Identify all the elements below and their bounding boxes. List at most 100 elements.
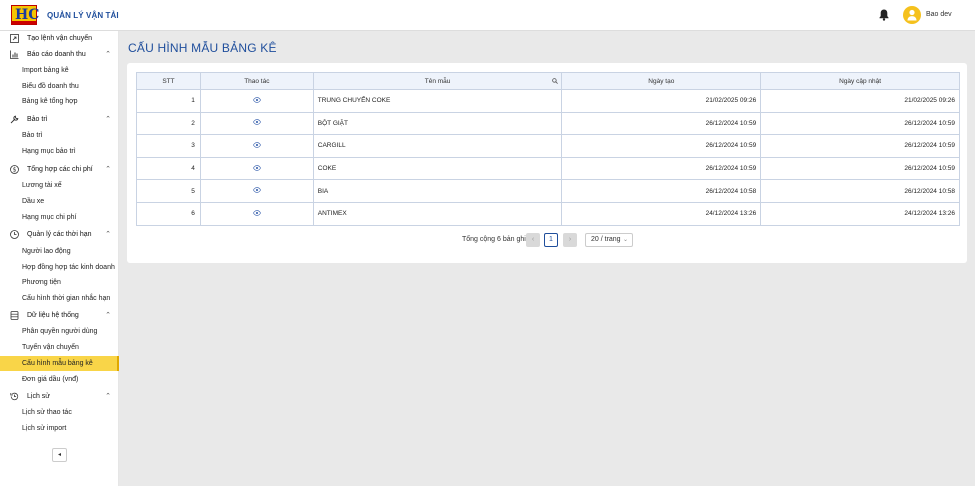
cell-actions bbox=[199, 201, 314, 226]
next-page-button[interactable]: › bbox=[563, 233, 577, 247]
sidebar-item[interactable]: Lịch sử import bbox=[0, 421, 119, 436]
column-header-actions: Thao tác bbox=[199, 72, 314, 90]
column-header-created: Ngày tạo bbox=[561, 72, 762, 90]
cell-name: CARGILL bbox=[312, 134, 563, 158]
sidebar-item[interactable]: Lịch sử thao tác bbox=[0, 405, 119, 420]
sidebar-item-label: Hợp đồng hợp tác kinh doanh bbox=[22, 264, 115, 271]
bar-chart-icon bbox=[10, 50, 19, 59]
cell-updated: 26/12/2024 10:59 bbox=[760, 156, 960, 181]
history-icon bbox=[10, 392, 19, 401]
cell-stt: 4 bbox=[136, 156, 201, 181]
sidebar-item[interactable]: Lương tài xế bbox=[0, 178, 119, 193]
cell-created: 21/02/2025 09:26 bbox=[561, 89, 762, 113]
sidebar-item[interactable]: Đơn giá dầu (vnđ) bbox=[0, 372, 119, 387]
app-logo[interactable]: HC bbox=[11, 5, 39, 25]
cell-name: BIA bbox=[312, 179, 563, 203]
svg-text:$: $ bbox=[13, 167, 17, 174]
chevron-up-icon[interactable]: ⌃ bbox=[105, 308, 111, 323]
cell-created: 26/12/2024 10:59 bbox=[561, 134, 762, 158]
sidebar-item-label: Lịch sử import bbox=[22, 425, 67, 432]
sidebar-group-label: Tạo lệnh vận chuyển bbox=[27, 35, 92, 42]
column-header-updated: Ngày cập nhật bbox=[760, 72, 960, 90]
sidebar-group-label: Lịch sử bbox=[27, 393, 50, 400]
sidebar-item[interactable]: Hạng mục chi phí bbox=[0, 210, 119, 225]
cell-actions bbox=[199, 134, 314, 158]
sidebar-item-label: Bảng kê tổng hợp bbox=[22, 98, 78, 105]
cell-created: 26/12/2024 10:58 bbox=[561, 179, 762, 203]
sidebar: Tạo lệnh vận chuyển Báo cáo doanh thu ⌃ Imp… bbox=[0, 31, 119, 486]
chevron-down-icon: ⌄ bbox=[622, 237, 628, 243]
cell-stt: 2 bbox=[136, 111, 201, 136]
dollar-icon: $ bbox=[10, 165, 19, 174]
table-row: 5 BIA 26/12/2024 10:58 26/12/2024 10:58 bbox=[136, 179, 960, 203]
user-name[interactable]: Bao dev bbox=[926, 11, 952, 18]
sidebar-item-label: Cấu hình thời gian nhắc hạn bbox=[22, 295, 111, 302]
cell-actions bbox=[199, 111, 314, 136]
sidebar-item-label: Hạng mục bảo trì bbox=[22, 148, 76, 155]
user-avatar[interactable] bbox=[903, 6, 921, 24]
sidebar-group-label: Tổng hợp các chi phí bbox=[27, 166, 93, 173]
sidebar-item[interactable]: Phân quyền người dùng bbox=[0, 324, 119, 339]
sidebar-item-active[interactable]: Cấu hình mẫu bảng kê bbox=[0, 356, 119, 371]
sidebar-item-label: Cấu hình mẫu bảng kê bbox=[22, 360, 93, 367]
table-row: 6 ANTIMEX 24/12/2024 13:26 24/12/2024 13:26 bbox=[136, 201, 960, 226]
cell-created: 26/12/2024 10:59 bbox=[561, 156, 762, 181]
sidebar-group[interactable]: Dữ liệu hệ thống ⌃ bbox=[0, 308, 119, 323]
chevron-up-icon[interactable]: ⌃ bbox=[105, 47, 111, 62]
sidebar-group-label: Báo cáo doanh thu bbox=[27, 51, 86, 58]
sidebar-item[interactable]: Hạng mục bảo trì bbox=[0, 144, 119, 159]
cell-created: 24/12/2024 13:26 bbox=[561, 201, 762, 226]
view-eye-icon[interactable] bbox=[252, 164, 261, 173]
cell-created: 26/12/2024 10:59 bbox=[561, 111, 762, 136]
cell-name: COKE bbox=[312, 156, 563, 181]
view-eye-icon[interactable] bbox=[252, 187, 261, 195]
view-eye-icon[interactable] bbox=[252, 96, 261, 105]
sidebar-item[interactable]: Cấu hình thời gian nhắc hạn bbox=[0, 291, 119, 306]
sidebar-item[interactable]: Tuyến vận chuyển bbox=[0, 340, 119, 355]
cell-actions bbox=[199, 156, 314, 181]
wrench-icon bbox=[10, 115, 19, 124]
column-header-name: Tên mẫu bbox=[312, 72, 563, 90]
sidebar-item-label: Import bảng kê bbox=[22, 67, 69, 74]
cell-name: TRUNG CHUYỂN COKE bbox=[312, 89, 563, 113]
sidebar-item[interactable]: Dầu xe bbox=[0, 194, 119, 209]
sidebar-item-label: Hạng mục chi phí bbox=[22, 214, 77, 221]
sidebar-item[interactable]: Bảng kê tổng hợp bbox=[0, 94, 119, 109]
view-eye-icon[interactable] bbox=[252, 142, 261, 150]
view-eye-icon[interactable] bbox=[252, 119, 261, 127]
sidebar-group[interactable]: Bảo trì ⌃ bbox=[0, 112, 119, 127]
sidebar-item-label: Phân quyền người dùng bbox=[22, 328, 98, 335]
sidebar-item-label: Lương tài xế bbox=[22, 182, 62, 189]
search-icon[interactable] bbox=[552, 78, 559, 86]
prev-page-button[interactable]: ‹ bbox=[526, 233, 540, 247]
page-number-button[interactable]: 1 bbox=[544, 233, 558, 247]
notification-bell-icon[interactable] bbox=[879, 9, 889, 21]
sidebar-item[interactable]: Import bảng kê bbox=[0, 63, 119, 78]
collapse-sidebar-button[interactable]: ◂ bbox=[52, 448, 67, 462]
page-size-select[interactable]: 20 / trang ⌄ bbox=[585, 233, 633, 247]
cell-stt: 5 bbox=[136, 179, 201, 203]
view-eye-icon[interactable] bbox=[252, 209, 261, 218]
table-row: 3 CARGILL 26/12/2024 10:59 26/12/2024 10:59 bbox=[136, 134, 960, 158]
table-row: 2 BỘT GIẶT 26/12/2024 10:59 26/12/2024 10:5… bbox=[136, 111, 960, 136]
pagination-total: Tổng cộng 6 bản ghi bbox=[462, 236, 526, 243]
sidebar-item[interactable]: Bảo trì bbox=[0, 128, 119, 143]
table-header-row: STT Thao tác Tên mẫu Ngày tạo Ngày cập n… bbox=[136, 72, 960, 90]
user-icon bbox=[907, 9, 917, 21]
chevron-up-icon[interactable]: ⌃ bbox=[105, 162, 111, 177]
sidebar-item[interactable]: Phương tiện bbox=[0, 275, 119, 290]
sidebar-item[interactable]: Biểu đồ doanh thu bbox=[0, 79, 119, 94]
sidebar-group[interactable]: Tạo lệnh vận chuyển bbox=[0, 31, 119, 46]
cell-stt: 1 bbox=[136, 89, 201, 113]
sidebar-group[interactable]: Báo cáo doanh thu ⌃ bbox=[0, 47, 119, 62]
chevron-up-icon[interactable]: ⌃ bbox=[105, 389, 111, 404]
sidebar-group[interactable]: $ Tổng hợp các chi phí ⌃ bbox=[0, 162, 119, 177]
column-header-stt: STT bbox=[136, 72, 201, 90]
app-title: QUẢN LÝ VẬN TẢI bbox=[47, 11, 119, 20]
sidebar-item[interactable]: Hợp đồng hợp tác kinh doanh bbox=[0, 260, 119, 275]
chevron-up-icon[interactable]: ⌃ bbox=[105, 112, 111, 127]
cell-stt: 3 bbox=[136, 134, 201, 158]
sidebar-group-label: Dữ liệu hệ thống bbox=[27, 312, 79, 319]
sidebar-group[interactable]: Lịch sử ⌃ bbox=[0, 389, 119, 404]
top-header: HC QUẢN LÝ VẬN TẢI Bao dev bbox=[0, 0, 975, 31]
